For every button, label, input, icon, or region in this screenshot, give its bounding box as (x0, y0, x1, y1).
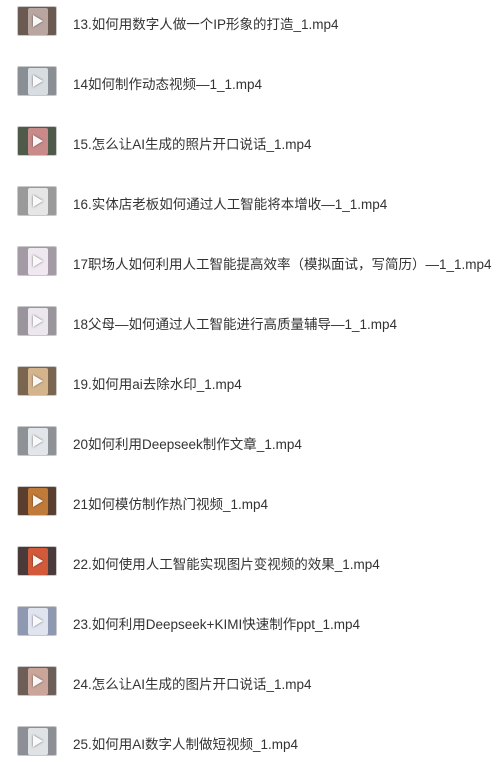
video-thumbnail[interactable] (17, 606, 57, 636)
video-thumbnail[interactable] (17, 726, 57, 756)
file-row[interactable]: 14如何制作动态视频—1_1.mp4 (0, 62, 500, 102)
video-thumbnail[interactable] (17, 366, 57, 396)
play-icon (33, 75, 43, 87)
file-row[interactable]: 13.如何用数字人做一个IP形象的打造_1.mp4 (0, 2, 500, 42)
file-row[interactable]: 17职场人如何利用人工智能提高效率（模拟面试，写简历）—1_1.mp4 (0, 242, 500, 282)
file-row[interactable]: 21如何模仿制作热门视频_1.mp4 (0, 482, 500, 522)
file-row[interactable]: 20如何利用Deepseek制作文章_1.mp4 (0, 422, 500, 462)
file-name[interactable]: 24.怎么让AI生成的图片开口说话_1.mp4 (73, 673, 312, 693)
play-icon (33, 735, 43, 747)
file-row[interactable]: 19.如何用ai去除水印_1.mp4 (0, 362, 500, 402)
video-thumbnail[interactable] (17, 486, 57, 516)
play-icon (33, 315, 43, 327)
file-row[interactable]: 24.怎么让AI生成的图片开口说话_1.mp4 (0, 662, 500, 702)
play-icon (33, 495, 43, 507)
play-icon (33, 375, 43, 387)
play-icon (33, 135, 43, 147)
file-name[interactable]: 25.如何用AI数字人制做短视频_1.mp4 (73, 733, 298, 753)
file-row[interactable]: 22.如何使用人工智能实现图片变视频的效果_1.mp4 (0, 542, 500, 582)
video-thumbnail[interactable] (17, 6, 57, 36)
video-thumbnail[interactable] (17, 186, 57, 216)
file-name[interactable]: 23.如何利用Deepseek+KIMI快速制作ppt_1.mp4 (73, 613, 360, 633)
file-row[interactable]: 16.实体店老板如何通过人工智能将本增收—1_1.mp4 (0, 182, 500, 222)
file-row[interactable]: 18父母—如何通过人工智能进行高质量辅导—1_1.mp4 (0, 302, 500, 342)
video-thumbnail[interactable] (17, 666, 57, 696)
video-thumbnail[interactable] (17, 426, 57, 456)
file-name[interactable]: 19.如何用ai去除水印_1.mp4 (73, 373, 242, 393)
file-name[interactable]: 22.如何使用人工智能实现图片变视频的效果_1.mp4 (73, 553, 380, 573)
file-row[interactable]: 15.怎么让AI生成的照片开口说话_1.mp4 (0, 122, 500, 162)
file-name[interactable]: 17职场人如何利用人工智能提高效率（模拟面试，写简历）—1_1.mp4 (73, 253, 492, 273)
play-icon (33, 195, 43, 207)
file-name[interactable]: 18父母—如何通过人工智能进行高质量辅导—1_1.mp4 (73, 313, 397, 333)
file-name[interactable]: 21如何模仿制作热门视频_1.mp4 (73, 493, 268, 513)
play-icon (33, 615, 43, 627)
video-thumbnail[interactable] (17, 66, 57, 96)
play-icon (33, 255, 43, 267)
play-icon (33, 555, 43, 567)
file-name[interactable]: 16.实体店老板如何通过人工智能将本增收—1_1.mp4 (73, 193, 387, 213)
video-thumbnail[interactable] (17, 546, 57, 576)
file-row[interactable]: 23.如何利用Deepseek+KIMI快速制作ppt_1.mp4 (0, 602, 500, 642)
play-icon (33, 435, 43, 447)
video-thumbnail[interactable] (17, 126, 57, 156)
video-thumbnail[interactable] (17, 246, 57, 276)
play-icon (33, 675, 43, 687)
play-icon (33, 15, 43, 27)
file-name[interactable]: 15.怎么让AI生成的照片开口说话_1.mp4 (73, 133, 312, 153)
file-name[interactable]: 13.如何用数字人做一个IP形象的打造_1.mp4 (73, 13, 339, 33)
file-name[interactable]: 14如何制作动态视频—1_1.mp4 (73, 73, 262, 93)
file-name[interactable]: 20如何利用Deepseek制作文章_1.mp4 (73, 433, 302, 453)
video-thumbnail[interactable] (17, 306, 57, 336)
file-row[interactable]: 25.如何用AI数字人制做短视频_1.mp4 (0, 722, 500, 762)
